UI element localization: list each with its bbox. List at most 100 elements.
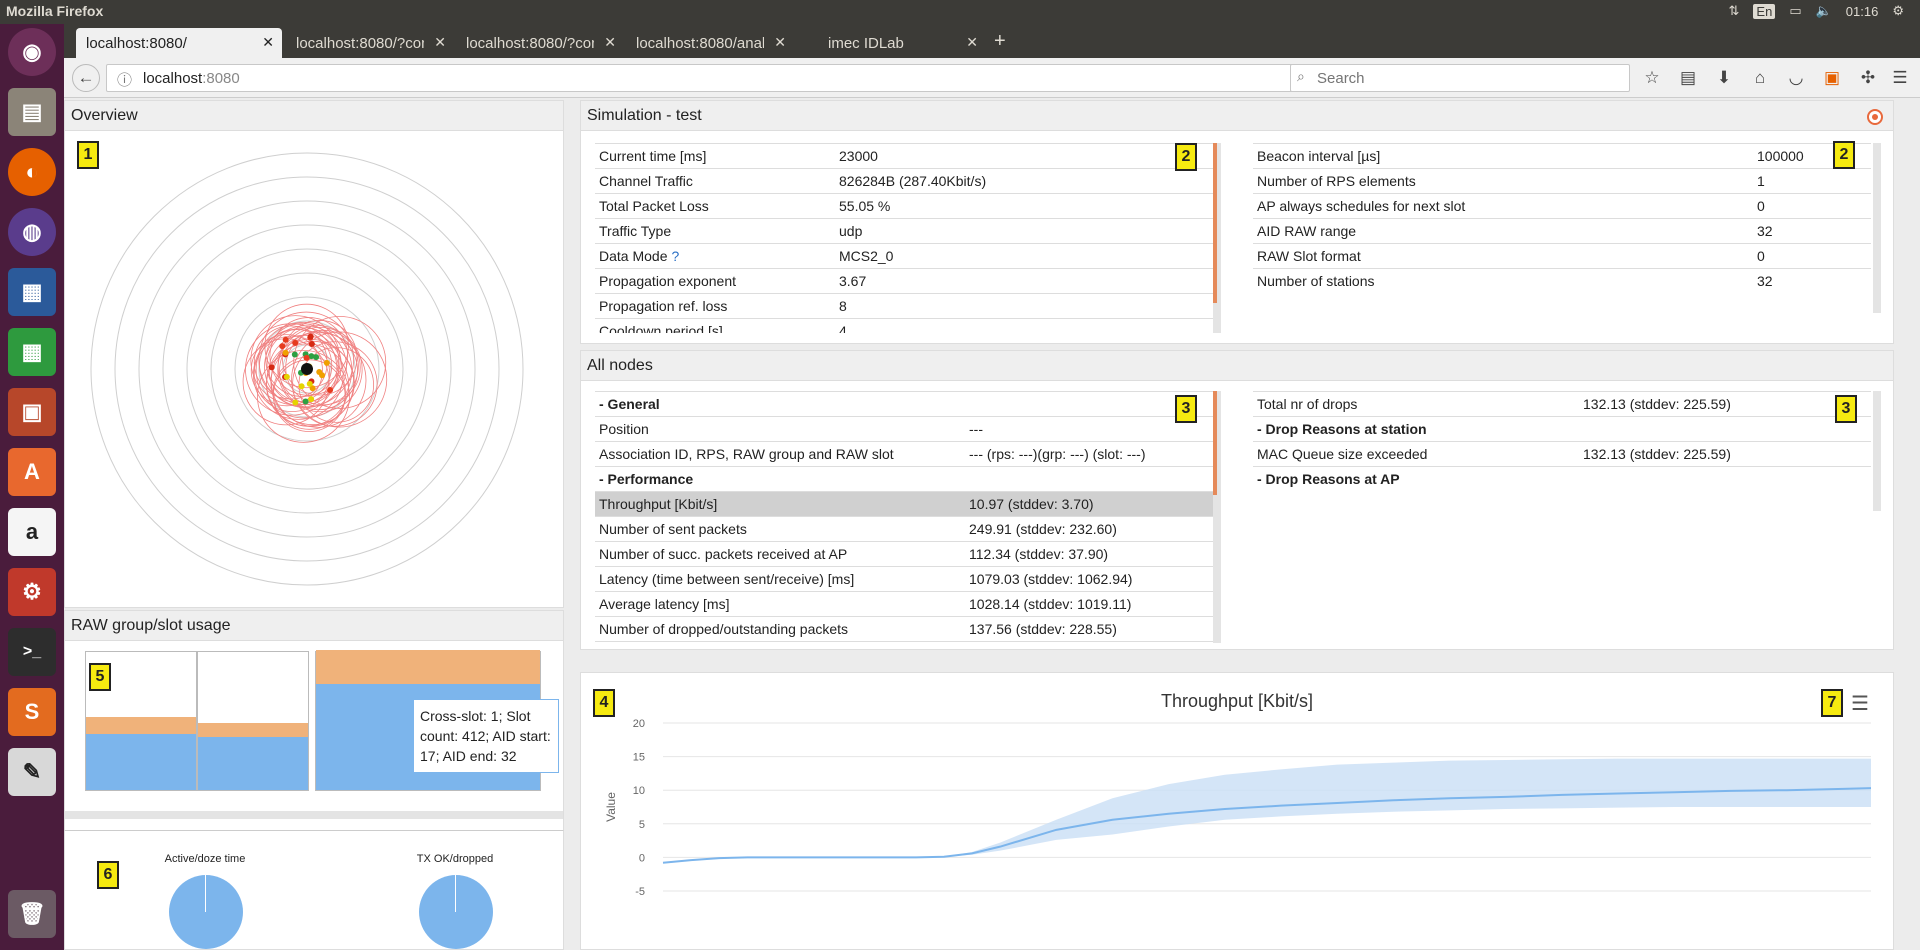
row-key: - Drop Reasons at station	[1257, 421, 1427, 437]
row-key: Propagation ref. loss	[599, 298, 728, 314]
station-node	[282, 349, 289, 356]
eclipse-icon[interactable]: ◍	[8, 208, 56, 256]
volume-icon[interactable]: 🔈	[1816, 3, 1832, 19]
ubuntu-dash-icon[interactable]: ◉	[8, 28, 56, 76]
row-value: 0	[1757, 248, 1765, 264]
battery-icon[interactable]: ▭	[1789, 3, 1801, 19]
clock[interactable]: 01:16	[1846, 4, 1879, 19]
row-value: 23000	[839, 148, 878, 164]
keyboard-lang[interactable]: En	[1753, 3, 1776, 19]
search-box[interactable]: ⌕	[1290, 64, 1630, 92]
close-tab-icon[interactable]: ✕	[604, 34, 616, 51]
pie-tx[interactable]	[419, 875, 493, 949]
all-nodes-right-table: Total nr of drops 132.13 (stddev: 225.59)…	[1253, 391, 1871, 521]
simulation-title: Simulation - test	[581, 101, 1893, 131]
row-key: Number of sent packets	[599, 521, 747, 537]
close-tab-icon[interactable]: ✕	[262, 34, 274, 51]
table-row: Propagation ref. loss 8	[595, 293, 1215, 319]
home-icon[interactable]: ⌂	[1746, 64, 1774, 92]
overview-panel: Overview 1	[64, 100, 564, 608]
sublime-icon[interactable]: S	[8, 688, 56, 736]
raw-usage-title: RAW group/slot usage	[65, 611, 563, 641]
page-content: Overview 1 RAW group/slot usage 5 Cross-…	[64, 98, 1920, 950]
files-icon[interactable]: ▤	[8, 88, 56, 136]
back-button[interactable]: ←	[72, 64, 100, 92]
terminal-icon[interactable]: >_	[8, 628, 56, 676]
row-key: RAW Slot format	[1257, 248, 1361, 264]
station-node	[323, 359, 330, 366]
table-row: Association ID, RPS, RAW group and RAW s…	[595, 441, 1215, 467]
row-key: Number of stations	[1257, 273, 1375, 290]
simulation-left-scrollbar[interactable]	[1213, 143, 1221, 333]
row-value: 1028.14 (stddev: 1019.11)	[969, 596, 1132, 612]
pocket-icon[interactable]: ◡	[1782, 64, 1810, 92]
station-node	[298, 383, 305, 390]
system-settings-icon[interactable]: ⚙	[8, 568, 56, 616]
calc-icon[interactable]: ▦	[8, 328, 56, 376]
close-tab-icon[interactable]: ✕	[434, 34, 446, 51]
tab-5[interactable]: imec IDLab ✕	[798, 28, 986, 58]
trash-icon[interactable]: 🗑	[8, 890, 56, 938]
table-row: - Performance	[595, 466, 1215, 492]
raw-usage-chart[interactable]: 5 Cross-slot: 1; Slot count: 412; AID st…	[75, 650, 559, 811]
amazon-icon[interactable]: a	[8, 508, 56, 556]
y-tick-label: -5	[635, 886, 645, 898]
station-node	[292, 339, 299, 346]
info-icon[interactable]: ⓘ	[117, 69, 132, 90]
close-tab-icon[interactable]: ✕	[966, 34, 978, 51]
table-row: - Drop Reasons at AP	[1253, 466, 1871, 492]
tab-1[interactable]: localhost:8080/✕	[76, 28, 282, 58]
table-row: Beacon interval [µs] 100000	[1253, 143, 1871, 169]
text-editor-icon[interactable]: ✎	[8, 748, 56, 796]
search-input[interactable]	[1315, 69, 1615, 88]
station-node	[319, 372, 326, 379]
row-key: Latency (time between sent/receive) [ms]	[599, 571, 855, 587]
row-value: MCS2_0	[839, 248, 894, 264]
simulation-right-table: Beacon interval [µs] 100000 Number of RPS …	[1253, 143, 1871, 333]
row-value: 3.67	[839, 273, 867, 289]
tab-3[interactable]: localhost:8080/?compare✕	[456, 28, 624, 58]
table-row: RAW Slot format 0	[1253, 243, 1871, 269]
overview-map[interactable]	[65, 131, 563, 607]
network-icon[interactable]: ⇅	[1729, 3, 1740, 19]
table-row: - General	[595, 391, 1215, 417]
impress-icon[interactable]: ▣	[8, 388, 56, 436]
simulation-right-scrollbar[interactable]	[1873, 143, 1881, 313]
raw-slot[interactable]	[197, 651, 309, 791]
tab-4[interactable]: localhost:8080/analyzecs✕	[626, 28, 794, 58]
row-key: Current time [ms]	[599, 148, 707, 164]
badge-3-left: 3	[1175, 395, 1197, 423]
station-node	[302, 398, 309, 405]
table-row: Total nr of drops 132.13 (stddev: 225.59)	[1253, 391, 1871, 417]
throughput-chart[interactable]: Throughput [Kbit/s] -5 0 5 10 15 20 Value	[581, 673, 1893, 949]
download-icon[interactable]: ⬇	[1710, 64, 1738, 92]
firefox-icon[interactable]: ◐	[8, 148, 56, 196]
puzzle-icon[interactable]: ✣	[1854, 64, 1882, 92]
pie-active-doze[interactable]	[169, 875, 243, 949]
menu-icon[interactable]: ☰	[1886, 64, 1914, 92]
all-nodes-right-scrollbar[interactable]	[1873, 391, 1881, 511]
ubuntu-launcher: ◉ ▤ ◐ ◍ ▦ ▦ ▣ A a ⚙ >_ S ✎ 🗑	[0, 24, 64, 950]
search-icon: ⌕	[1297, 68, 1305, 84]
raw-usage-scrollbar[interactable]	[65, 811, 563, 819]
row-value: 4	[839, 323, 847, 333]
bookmark-star-icon[interactable]: ☆	[1638, 64, 1666, 92]
help-icon[interactable]: ?	[671, 248, 679, 264]
new-tab-button[interactable]: +	[988, 28, 1018, 58]
software-center-icon[interactable]: A	[8, 448, 56, 496]
system-tray: ⇅ En ▭ 🔈 01:16 ⚙	[1729, 3, 1904, 19]
row-key: Throughput [Kbit/s]	[599, 496, 718, 512]
close-circle-icon[interactable]	[1867, 109, 1883, 125]
tab-2[interactable]: localhost:8080/?compare✕	[286, 28, 454, 58]
all-nodes-left-scrollbar[interactable]	[1213, 391, 1221, 643]
reading-list-icon[interactable]: ▤	[1674, 64, 1702, 92]
close-tab-icon[interactable]: ✕	[774, 34, 786, 51]
row-key: Traffic Type	[599, 223, 672, 239]
extension-icon[interactable]: ▣	[1818, 64, 1846, 92]
url-bar[interactable]: ⓘ localhost:8080 ↻	[106, 64, 1324, 92]
row-value: 100000	[1757, 148, 1804, 164]
writer-icon[interactable]: ▦	[8, 268, 56, 316]
settings-gear-icon[interactable]: ⚙	[1892, 3, 1904, 19]
table-row: Average latency [ms] 1028.14 (stddev: 101…	[595, 591, 1215, 617]
row-key: - Drop Reasons at AP	[1257, 471, 1400, 488]
